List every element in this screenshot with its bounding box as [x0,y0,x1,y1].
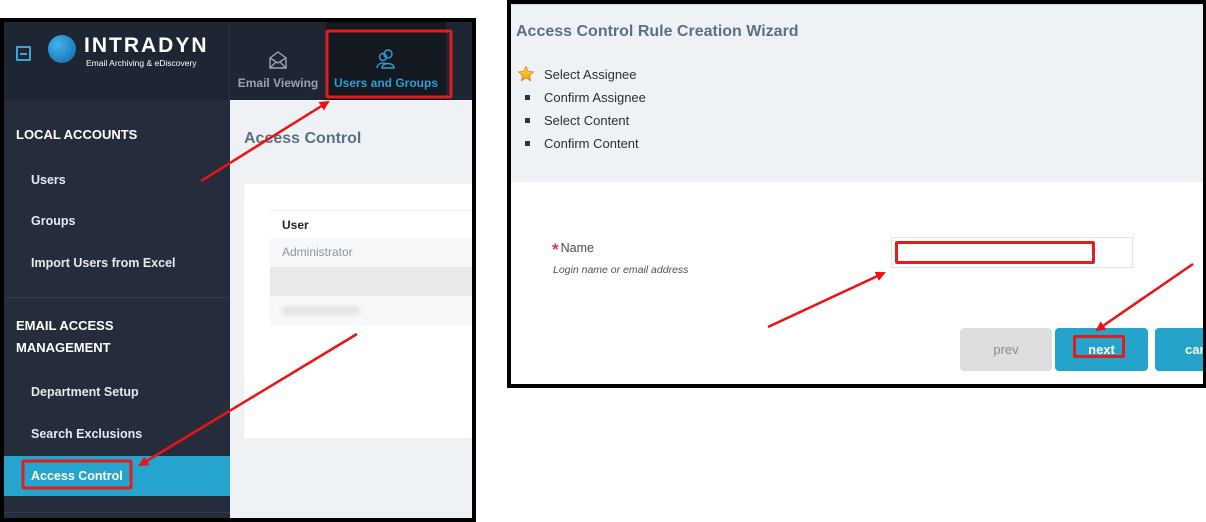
blurred-user-name [282,306,360,316]
access-control-card: User Administrator [244,184,472,438]
page-title: Access Control [244,130,362,147]
main-content: Access Control User Administrator [230,100,472,518]
sidebar-item-groups[interactable]: Groups [4,201,230,241]
name-label-text: Name [560,241,594,255]
bullet-icon [525,118,530,123]
collapse-sidebar-icon[interactable] [16,46,31,61]
star-icon [517,65,535,82]
bullet-icon [525,141,530,146]
brand-tagline: Email Archiving & eDiscovery [86,58,197,68]
bullet-icon [525,95,530,100]
table-row[interactable] [270,267,472,296]
sidebar-item-department-setup[interactable]: Department Setup [4,372,230,412]
name-input[interactable] [891,237,1133,268]
access-control-table: User Administrator [270,210,472,325]
sidebar-section-local-accounts: LOCAL ACCOUNTS [16,127,138,142]
sidebar-section-email-access-management-line1: EMAIL ACCESS [16,318,114,333]
sidebar-item-access-control[interactable]: Access Control [4,456,230,496]
tab-email-viewing[interactable]: Email Viewing [230,22,326,100]
wizard-steps: Select Assignee Confirm Assignee Select … [517,63,646,155]
intradyn-access-control-screenshot: INTRADYN Email Archiving & eDiscovery Em… [0,18,476,522]
wizard-step: Confirm Content [517,132,646,155]
brand-area: INTRADYN Email Archiving & eDiscovery [4,22,230,100]
intradyn-logo-icon [48,35,76,63]
tab-users-and-groups-label: Users and Groups [333,76,439,90]
wizard-step-current: Select Assignee [517,63,646,86]
name-field-label: * Name [552,240,594,260]
wizard-header: Access Control Rule Creation Wizard Sele… [511,4,1203,182]
name-field-hint: Login name or email address [553,264,689,276]
sidebar-item-import-users-from-excel[interactable]: Import Users from Excel [4,243,230,283]
prev-button[interactable]: prev [960,328,1052,371]
envelope-open-icon [269,51,287,69]
sidebar-item-users[interactable]: Users [4,160,230,200]
sidebar-divider [4,297,230,298]
required-marker: * [552,240,559,259]
sidebar-section-email-access-management-line2: MANAGEMENT [16,340,111,355]
wizard-title: Access Control Rule Creation Wizard [516,23,799,40]
tab-email-viewing-label: Email Viewing [237,76,319,90]
table-row[interactable]: Administrator [270,238,472,267]
wizard-screenshot: Access Control Rule Creation Wizard Sele… [507,0,1206,388]
wizard-step-label: Select Content [544,113,630,128]
wizard-step-label: Confirm Content [544,136,639,151]
wizard-step-label: Select Assignee [544,67,637,82]
cancel-button[interactable]: cancel [1155,328,1203,371]
table-header-user: User [270,210,472,238]
brand-name: INTRADYN [84,34,209,57]
wizard-step: Select Content [517,109,646,132]
sidebar: LOCAL ACCOUNTS Users Groups Import Users… [4,100,230,518]
users-icon [376,49,395,69]
top-navigation-bar: INTRADYN Email Archiving & eDiscovery Em… [4,22,472,100]
next-button[interactable]: next [1055,328,1148,371]
wizard-step-label: Confirm Assignee [544,90,646,105]
wizard-step: Confirm Assignee [517,86,646,109]
tab-users-and-groups[interactable]: Users and Groups [326,22,446,100]
table-row[interactable] [270,296,472,325]
sidebar-divider [4,512,230,513]
sidebar-item-search-exclusions[interactable]: Search Exclusions [4,414,230,454]
